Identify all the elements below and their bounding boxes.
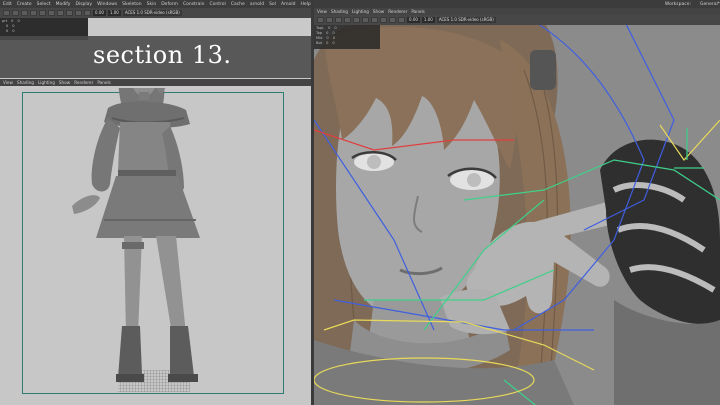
character-full-body-render: [72, 88, 200, 392]
resolution-gate-icon[interactable]: [398, 17, 405, 23]
menu-modify[interactable]: Modify: [56, 2, 71, 7]
left-main-menubar: Edit Create Select Modify Display Window…: [0, 0, 311, 8]
menu-display[interactable]: Display: [75, 2, 92, 7]
outliner-row-name: TopL: [316, 25, 325, 30]
panel-menu-view[interactable]: View: [317, 9, 327, 14]
menu-sol[interactable]: Sol: [269, 2, 276, 7]
menu-skin[interactable]: Skin: [147, 2, 157, 7]
outliner-row-a: 0: [6, 28, 9, 33]
xray-icon[interactable]: [66, 10, 73, 16]
outliner-row[interactable]: 00: [0, 28, 88, 33]
outliner-row-name: Mid: [316, 35, 323, 40]
exposure-field[interactable]: 0.00: [93, 10, 106, 16]
panel-menu-lighting[interactable]: Lighting: [352, 9, 369, 14]
outliner-row-b: 0: [332, 30, 335, 35]
wireframe-icon[interactable]: [12, 10, 19, 16]
menu-help[interactable]: Help: [301, 2, 311, 7]
right-panel-toolbar: 0.00 1.00 ACES 1.0 SDR-video (sRGB): [314, 15, 720, 25]
wireframe-icon[interactable]: [326, 17, 333, 23]
xray-icon[interactable]: [380, 17, 387, 23]
outliner-row[interactable]: Bot 0 0: [314, 40, 380, 45]
menu-windows[interactable]: Windows: [97, 2, 117, 7]
isolate-icon[interactable]: [57, 10, 64, 16]
exposure-field[interactable]: 0.00: [407, 17, 420, 23]
outliner-row-b: 0: [332, 40, 335, 45]
right-maya-window: Workspace: General* View Shading Lightin…: [314, 0, 720, 405]
shadows-icon[interactable]: [362, 17, 369, 23]
right-viewport-panel-menu: View Shading Lighting Show Renderer Pane…: [314, 8, 720, 15]
outliner-row-a: 0: [326, 40, 329, 45]
panel-menu-show[interactable]: Show: [373, 9, 384, 14]
menu-deform[interactable]: Deform: [161, 2, 178, 7]
camera-icon[interactable]: [3, 10, 10, 16]
smooth-shade-icon[interactable]: [21, 10, 28, 16]
menu-arnold-lower[interactable]: arnold: [250, 2, 264, 7]
panel-menu-renderer[interactable]: Renderer: [74, 80, 93, 85]
panel-menu-view[interactable]: View: [3, 80, 13, 85]
left-maya-window: Edit Create Select Modify Display Window…: [0, 0, 311, 405]
menu-skeleton[interactable]: Skeleton: [122, 2, 141, 7]
smooth-shade-icon[interactable]: [335, 17, 342, 23]
lights-icon[interactable]: [353, 17, 360, 23]
left-viewport-panel-menu: View Shading Lighting Show Renderer Pane…: [0, 79, 311, 86]
workspace-label: Workspace:: [664, 1, 692, 7]
menu-control[interactable]: Control: [210, 2, 226, 7]
outliner-row-b: 0: [17, 18, 20, 23]
right-main-menubar: Workspace: General*: [314, 0, 720, 8]
outliner-row-b: 0: [334, 25, 337, 30]
right-viewport[interactable]: [314, 0, 720, 405]
outliner-row-name: Bot: [316, 40, 323, 45]
panel-menu-show[interactable]: Show: [59, 80, 70, 85]
outliner-row-a: 0: [326, 35, 329, 40]
textured-icon[interactable]: [344, 17, 351, 23]
outliner-row-name: prt: [2, 18, 8, 23]
outliner-row-b: 0: [332, 35, 335, 40]
menu-cache[interactable]: Cache: [231, 2, 245, 7]
character-closeup-render: [314, 0, 720, 405]
isolate-icon[interactable]: [371, 17, 378, 23]
right-outliner: TopL 0 0 Top 0 0 Mid 0 0 Bot 0 0: [314, 25, 380, 49]
grid-icon[interactable]: [75, 10, 82, 16]
outliner-row-a: 0: [326, 30, 329, 35]
section-banner-title: section 13.: [93, 41, 232, 69]
camera-icon[interactable]: [317, 17, 324, 23]
panel-menu-lighting[interactable]: Lighting: [38, 80, 55, 85]
textured-icon[interactable]: [30, 10, 37, 16]
colorspace-dropdown[interactable]: ACES 1.0 SDR-video (sRGB): [122, 10, 182, 16]
panel-menu-renderer[interactable]: Renderer: [388, 9, 407, 14]
outliner-row-name: Top: [316, 30, 323, 35]
panel-menu-shading[interactable]: Shading: [17, 80, 34, 85]
menu-select[interactable]: Select: [37, 2, 51, 7]
menu-create[interactable]: Create: [17, 2, 32, 7]
gamma-field[interactable]: 1.00: [107, 10, 121, 16]
menu-arnold[interactable]: Arnold: [281, 2, 296, 7]
resolution-gate-icon[interactable]: [84, 10, 91, 16]
gamma-field[interactable]: 1.00: [421, 17, 435, 23]
outliner-row-a: 0: [328, 25, 331, 30]
outliner-row-a: 0: [6, 23, 9, 28]
grid-icon[interactable]: [389, 17, 396, 23]
outliner-row-b: 0: [12, 23, 15, 28]
left-viewport[interactable]: [0, 88, 311, 405]
panel-menu-shading[interactable]: Shading: [331, 9, 348, 14]
outliner-row-b: 0: [12, 28, 15, 33]
shadows-icon[interactable]: [48, 10, 55, 16]
workspace-dropdown[interactable]: General*: [700, 2, 720, 7]
outliner-row-a: 0: [11, 18, 14, 23]
lights-icon[interactable]: [39, 10, 46, 16]
panel-menu-panels[interactable]: Panels: [97, 80, 110, 85]
menu-constrain[interactable]: Constrain: [183, 2, 205, 7]
colorspace-dropdown[interactable]: ACES 1.0 SDR-video (sRGB): [436, 17, 496, 23]
panel-menu-panels[interactable]: Panels: [411, 9, 424, 14]
menu-edit[interactable]: Edit: [3, 2, 12, 7]
left-panel-toolbar: 0.00 1.00 ACES 1.0 SDR-video (sRGB): [0, 8, 311, 18]
